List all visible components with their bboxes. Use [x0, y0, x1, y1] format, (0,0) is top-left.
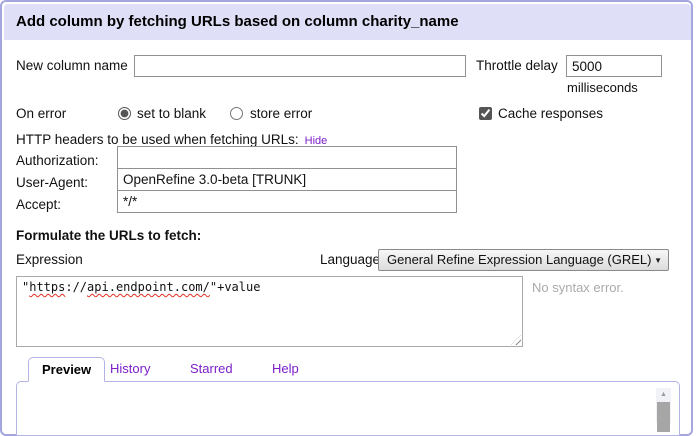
set-to-blank-label: set to blank [137, 103, 206, 125]
user-agent-input[interactable] [117, 168, 457, 191]
preview-scrollbar[interactable]: ▲ [656, 388, 671, 423]
expression-label: Expression [16, 249, 83, 271]
new-column-name-input[interactable] [134, 55, 466, 77]
new-column-name-label: New column name [16, 55, 128, 77]
user-agent-label: User-Agent: [16, 171, 88, 194]
expression-text: api.endpoint.com/ [87, 280, 210, 294]
dropdown-arrow-icon: ▼ [654, 250, 662, 272]
tab-preview[interactable]: Preview [28, 357, 105, 382]
throttle-unit-label: milliseconds [567, 80, 638, 95]
preview-panel [16, 381, 680, 436]
authorization-input[interactable] [117, 146, 457, 169]
language-label: Language [320, 249, 380, 271]
cache-responses-label: Cache responses [498, 103, 603, 125]
http-headers-label: HTTP headers to be used when fetching UR… [16, 132, 299, 147]
authorization-label: Authorization: [16, 149, 99, 172]
expression-text: "+value [210, 280, 261, 294]
throttle-delay-label: Throttle delay [476, 55, 558, 77]
tab-help[interactable]: Help [272, 361, 299, 376]
syntax-status: No syntax error. [532, 280, 624, 295]
language-select[interactable]: General Refine Expression Language (GREL… [378, 249, 669, 271]
tab-starred[interactable]: Starred [190, 361, 233, 376]
scroll-up-icon[interactable]: ▲ [656, 389, 671, 400]
on-error-label: On error [16, 103, 66, 125]
throttle-delay-input[interactable] [566, 55, 662, 77]
http-headers-inputs [117, 146, 457, 213]
expression-text: :// [65, 280, 87, 294]
dialog-title: Add column by fetching URLs based on col… [16, 4, 459, 40]
formulate-urls-label: Formulate the URLs to fetch: [16, 225, 201, 247]
expression-input[interactable]: "https://api.endpoint.com/"+value [16, 276, 523, 347]
expression-text: https [29, 280, 65, 294]
scrollbar-thumb[interactable] [657, 402, 670, 432]
dialog-title-bar: Add column by fetching URLs based on col… [4, 4, 691, 40]
store-error-label: store error [250, 103, 312, 125]
cache-responses-checkbox[interactable] [479, 107, 492, 120]
set-to-blank-radio[interactable] [118, 107, 131, 120]
store-error-radio[interactable] [230, 107, 243, 120]
textarea-resize-handle[interactable] [511, 335, 521, 345]
accept-label: Accept: [16, 193, 61, 216]
language-select-value: General Refine Expression Language (GREL… [387, 252, 651, 267]
tab-history[interactable]: History [110, 361, 150, 376]
accept-input[interactable] [117, 190, 457, 213]
